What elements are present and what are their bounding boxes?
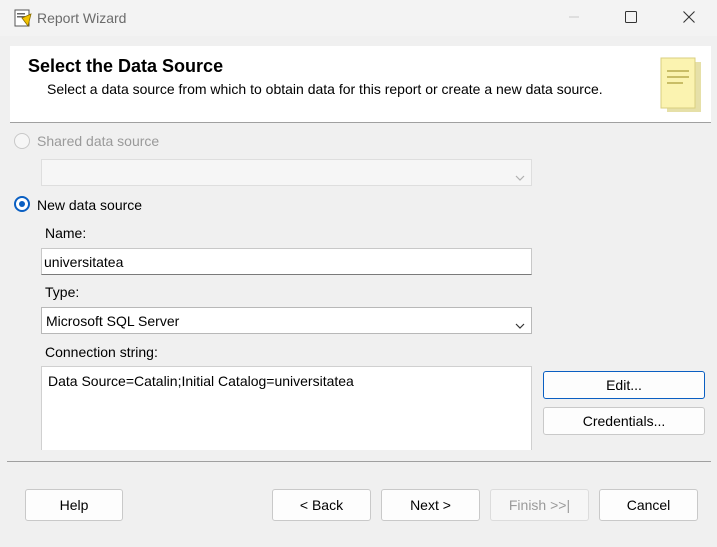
name-label: Name: (45, 225, 87, 241)
chevron-down-icon (515, 169, 525, 181)
footer-separator (7, 461, 711, 462)
wizard-header: Select the Data Source Select a data sou… (10, 46, 711, 123)
type-dropdown[interactable]: Microsoft SQL Server (41, 307, 532, 334)
report-wizard-app-icon (14, 9, 32, 27)
finish-button[interactable]: Finish >>| (490, 489, 589, 521)
type-label: Type: (45, 284, 80, 300)
close-icon (683, 10, 695, 26)
next-button[interactable]: Next > (381, 489, 480, 521)
chevron-down-icon (515, 317, 525, 329)
new-data-source-radio[interactable] (14, 196, 30, 212)
back-button[interactable]: < Back (272, 489, 371, 521)
close-button[interactable] (666, 0, 712, 36)
window-title: Report Wizard (37, 10, 127, 26)
maximize-button[interactable] (608, 0, 654, 36)
edit-button[interactable]: Edit... (543, 371, 705, 399)
new-data-source-label: New data source (37, 197, 143, 213)
help-button[interactable]: Help (25, 489, 123, 521)
connection-string-field[interactable]: Data Source=Catalin;Initial Catalog=univ… (41, 366, 532, 450)
page-title: Select the Data Source (28, 56, 224, 76)
shared-data-source-dropdown[interactable] (41, 159, 532, 186)
maximize-icon (625, 10, 637, 26)
minimize-button[interactable] (551, 0, 597, 36)
credentials-button[interactable]: Credentials... (543, 407, 705, 435)
cancel-button[interactable]: Cancel (599, 489, 698, 521)
shared-data-source-radio[interactable] (14, 133, 30, 149)
title-bar: Report Wizard (0, 0, 717, 36)
connection-string-label: Connection string: (45, 344, 158, 360)
page-description: Select a data source from which to obtai… (47, 81, 603, 97)
shared-data-source-label: Shared data source (37, 133, 160, 149)
report-wizard-icon (659, 56, 703, 114)
name-input[interactable]: universitatea (41, 248, 532, 275)
minimize-icon (568, 10, 580, 26)
